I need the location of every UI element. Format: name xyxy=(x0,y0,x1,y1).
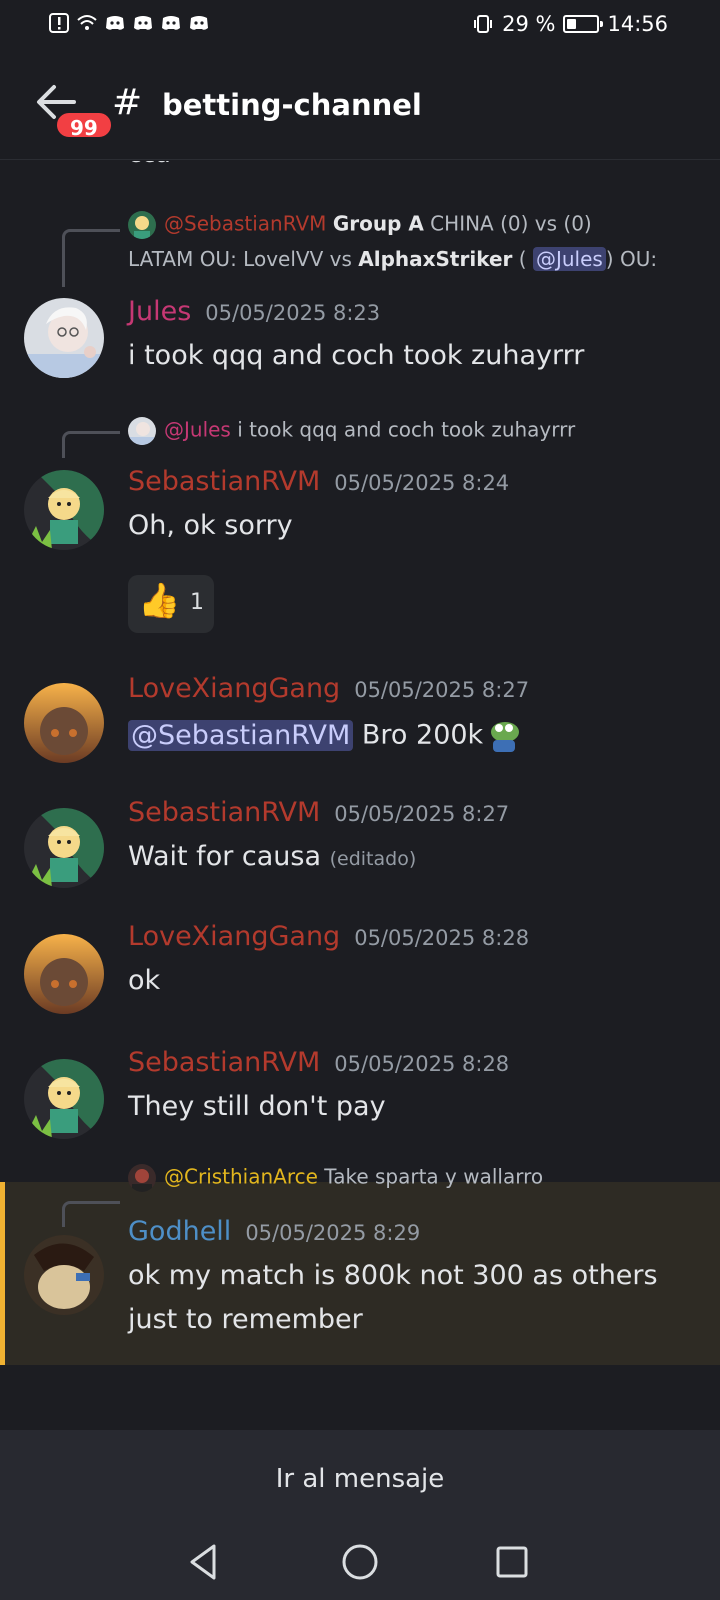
reply-bold: Group A xyxy=(332,211,424,236)
edited-label: (editado) xyxy=(329,848,417,870)
message-author[interactable]: LoveXiangGang 05/05/2025 8:28 xyxy=(128,921,529,952)
status-icons-left xyxy=(48,12,210,34)
battery-level xyxy=(567,19,576,29)
message-author[interactable]: LoveXiangGang 05/05/2025 8:27 xyxy=(128,673,529,704)
avatar-lovexianggang[interactable] xyxy=(24,683,104,763)
message-text-line1: ok my match is 800k not 300 as others xyxy=(128,1260,658,1291)
channel-name[interactable]: betting-channel xyxy=(162,88,422,122)
reply-text: CHINA (0) vs (0) xyxy=(423,211,592,236)
reply-preview[interactable]: @SebastianRVM Group A CHINA (0) vs (0) xyxy=(128,211,592,239)
avatar-sebastianrvm[interactable] xyxy=(24,808,104,888)
discord-icon xyxy=(106,16,124,30)
system-nav-bar xyxy=(0,1530,720,1600)
message-timestamp: 05/05/2025 8:24 xyxy=(334,471,510,495)
nav-home-icon[interactable] xyxy=(338,1540,382,1584)
thumbs-up-icon: 👍 xyxy=(138,581,181,621)
reply-inline-mention[interactable]: @Jules xyxy=(532,247,606,271)
avatar-jules[interactable] xyxy=(24,298,104,378)
message-timestamp: 05/05/2025 8:23 xyxy=(205,301,381,325)
nav-back-icon[interactable] xyxy=(182,1540,226,1584)
message-list[interactable]: cca @SebastianRVM Group A CHINA (0) vs (… xyxy=(0,161,720,1401)
reply-preview-line2: LATAM OU: LovelVV vs AlphaxStriker ( @Ju… xyxy=(128,247,657,271)
author-name[interactable]: SebastianRVM xyxy=(128,1047,320,1078)
reply-avatar xyxy=(128,211,156,239)
message-author[interactable]: SebastianRVM 05/05/2025 8:27 xyxy=(128,797,509,828)
avatar-lovexianggang[interactable] xyxy=(24,934,104,1014)
nav-recents-icon[interactable] xyxy=(490,1540,534,1584)
message-timestamp: 05/05/2025 8:28 xyxy=(334,1052,510,1076)
author-name[interactable]: LoveXiangGang xyxy=(128,921,340,952)
reply-spine xyxy=(62,431,120,458)
message-timestamp: 05/05/2025 8:29 xyxy=(245,1221,421,1245)
reply-text: ) OU: xyxy=(605,247,658,271)
message-text: i took qqq and coch took zuhayrrr xyxy=(128,340,585,371)
battery-icon xyxy=(563,15,604,33)
message-text-line2: just to remember xyxy=(128,1304,363,1335)
pepe-emoji-icon xyxy=(491,722,520,752)
status-bar: 29 % 14:56 xyxy=(0,0,720,50)
author-name[interactable]: LoveXiangGang xyxy=(128,673,340,704)
author-name[interactable]: Jules xyxy=(128,296,191,327)
reply-text: Take sparta y wallarro xyxy=(324,1164,544,1189)
reply-mention: @Jules xyxy=(164,417,231,442)
clock: 14:56 xyxy=(607,12,668,36)
reply-text: ( xyxy=(512,247,533,271)
jump-to-message-bar[interactable]: Ir al mensaje xyxy=(0,1430,720,1530)
battery-percent: 29 % xyxy=(502,12,556,36)
discord-icon xyxy=(190,16,208,30)
hash-icon: # xyxy=(112,82,143,123)
reaction-chip[interactable]: 👍 1 xyxy=(128,575,214,633)
reply-spine xyxy=(62,1201,120,1227)
channel-header: 99 # betting-channel xyxy=(0,62,720,160)
message-text: @SebastianRVM Bro 200k xyxy=(128,718,523,754)
author-name[interactable]: SebastianRVM xyxy=(128,797,320,828)
vibrate-icon xyxy=(474,15,493,33)
reaction-count: 1 xyxy=(190,590,204,615)
discord-icon xyxy=(134,16,152,30)
message-author[interactable]: Jules 05/05/2025 8:23 xyxy=(128,296,380,327)
message-timestamp: 05/05/2025 8:27 xyxy=(334,802,510,826)
avatar-godhell[interactable] xyxy=(24,1235,104,1315)
message-author[interactable]: Godhell 05/05/2025 8:29 xyxy=(128,1216,420,1247)
message-text-body: Bro 200k xyxy=(353,719,484,751)
reply-avatar xyxy=(128,1164,156,1192)
reply-bold: AlphaxStriker xyxy=(358,247,513,271)
message-author[interactable]: SebastianRVM 05/05/2025 8:28 xyxy=(128,1047,509,1078)
discord-icon xyxy=(162,16,180,30)
jump-to-message-button[interactable]: Ir al mensaje xyxy=(0,1464,720,1494)
message-text-body: Wait for causa xyxy=(128,841,322,872)
reply-mention: @CristhianArce xyxy=(164,1164,318,1189)
reply-spine xyxy=(62,229,120,287)
reply-avatar xyxy=(128,417,156,445)
unread-badge: 99 xyxy=(54,110,114,140)
avatar-sebastianrvm[interactable] xyxy=(24,470,104,550)
author-name[interactable]: Godhell xyxy=(128,1216,231,1247)
avatar-sebastianrvm[interactable] xyxy=(24,1059,104,1139)
message-timestamp: 05/05/2025 8:28 xyxy=(354,926,530,950)
message-text: Wait for causa (editado) xyxy=(128,841,416,872)
message-timestamp: 05/05/2025 8:27 xyxy=(354,678,530,702)
wifi-icon xyxy=(77,15,97,30)
reply-mention: @SebastianRVM xyxy=(164,211,327,236)
author-name[interactable]: SebastianRVM xyxy=(128,466,320,497)
message-text: ok xyxy=(128,965,161,996)
reply-preview[interactable]: @CristhianArce Take sparta y wallarro xyxy=(128,1164,543,1192)
partial-message-text: cca xyxy=(128,161,171,168)
status-icons-right: 29 % 14:56 xyxy=(472,12,668,36)
message-author[interactable]: SebastianRVM 05/05/2025 8:24 xyxy=(128,466,509,497)
user-mention[interactable]: @SebastianRVM xyxy=(128,719,354,751)
message-text: They still don't pay xyxy=(128,1091,386,1122)
reply-text: i took qqq and coch took zuhayrrr xyxy=(237,417,576,442)
reply-text: LATAM OU: LovelVV vs xyxy=(128,247,359,271)
alert-icon xyxy=(49,13,69,33)
reply-preview[interactable]: @Jules i took qqq and coch took zuhayrrr xyxy=(128,417,575,445)
message-text: Oh, ok sorry xyxy=(128,510,293,541)
